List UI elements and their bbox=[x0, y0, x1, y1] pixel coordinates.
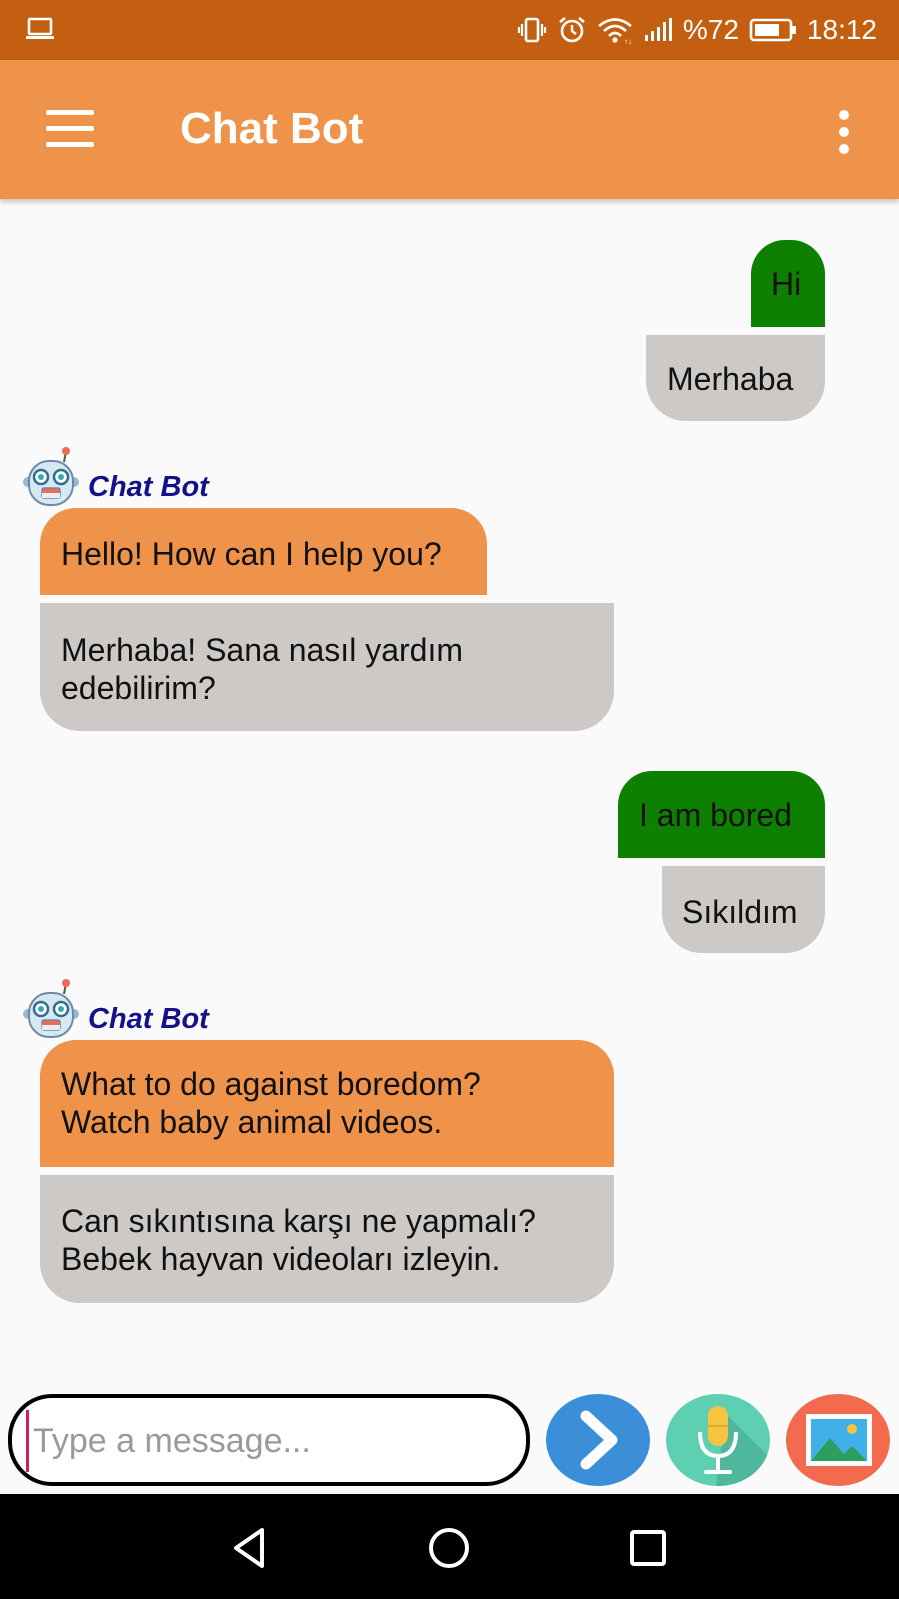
translation-bubble: Merhaba bbox=[646, 335, 825, 421]
translation-text: Can sıkıntısına karşı ne yapmalı? Bebek … bbox=[61, 1203, 536, 1277]
laptop-icon bbox=[26, 17, 54, 39]
user-message-text: I am bored bbox=[639, 797, 792, 833]
menu-icon[interactable] bbox=[46, 110, 94, 150]
page-title: Chat Bot bbox=[180, 104, 364, 153]
image-button[interactable] bbox=[786, 1394, 890, 1486]
bot-message-text: Hello! How can I help you? bbox=[61, 536, 442, 572]
alarm-icon bbox=[559, 16, 585, 43]
battery-icon bbox=[749, 18, 796, 42]
bot-header: Chat Bot bbox=[20, 978, 209, 1040]
message-input[interactable] bbox=[26, 1410, 515, 1472]
bot-message-bubble: Hello! How can I help you? bbox=[40, 508, 487, 595]
robot-icon bbox=[23, 447, 79, 506]
wifi-icon: ↑↓ bbox=[598, 18, 632, 45]
svg-text:↑↓: ↑↓ bbox=[624, 37, 632, 45]
vibrate-icon bbox=[517, 17, 546, 43]
user-message-text: Hi bbox=[771, 266, 802, 302]
bot-message-bubble: What to do against boredom? Watch baby a… bbox=[40, 1040, 614, 1167]
translation-text: Merhaba bbox=[667, 361, 794, 397]
translation-bubble: Merhaba! Sana nasıl yardım edebilirim? bbox=[40, 603, 614, 731]
status-bar: ↑↓ %72 18:12 bbox=[0, 0, 899, 60]
user-message-bubble: I am bored bbox=[618, 771, 825, 858]
navigation-bar bbox=[0, 1494, 899, 1599]
bot-header: Chat Bot bbox=[20, 446, 209, 508]
more-vert-icon[interactable] bbox=[834, 110, 854, 154]
send-button[interactable] bbox=[546, 1394, 650, 1486]
translation-text: Sıkıldım bbox=[682, 894, 798, 930]
signal-icon bbox=[644, 18, 672, 41]
image-icon bbox=[806, 1414, 872, 1466]
bot-message-text: What to do against boredom? Watch baby a… bbox=[61, 1066, 481, 1140]
translation-bubble: Sıkıldım bbox=[662, 866, 825, 953]
home-icon[interactable] bbox=[421, 1520, 477, 1576]
translation-bubble: Can sıkıntısına karşı ne yapmalı? Bebek … bbox=[40, 1175, 614, 1303]
back-icon[interactable] bbox=[222, 1520, 278, 1576]
microphone-icon bbox=[698, 1406, 770, 1486]
bot-name: Chat Bot bbox=[88, 1003, 209, 1035]
app-bar: Chat Bot bbox=[0, 60, 899, 199]
bot-name: Chat Bot bbox=[88, 471, 209, 503]
user-message-bubble: Hi bbox=[751, 240, 825, 327]
message-input-container bbox=[8, 1394, 530, 1486]
clock: 18:12 bbox=[806, 14, 877, 45]
send-icon bbox=[580, 1410, 618, 1470]
battery-percentage: %72 bbox=[682, 14, 739, 45]
mic-button[interactable] bbox=[666, 1394, 770, 1486]
recents-icon[interactable] bbox=[620, 1520, 676, 1576]
robot-icon bbox=[23, 979, 79, 1038]
translation-text: Merhaba! Sana nasıl yardım edebilirim? bbox=[61, 632, 463, 706]
